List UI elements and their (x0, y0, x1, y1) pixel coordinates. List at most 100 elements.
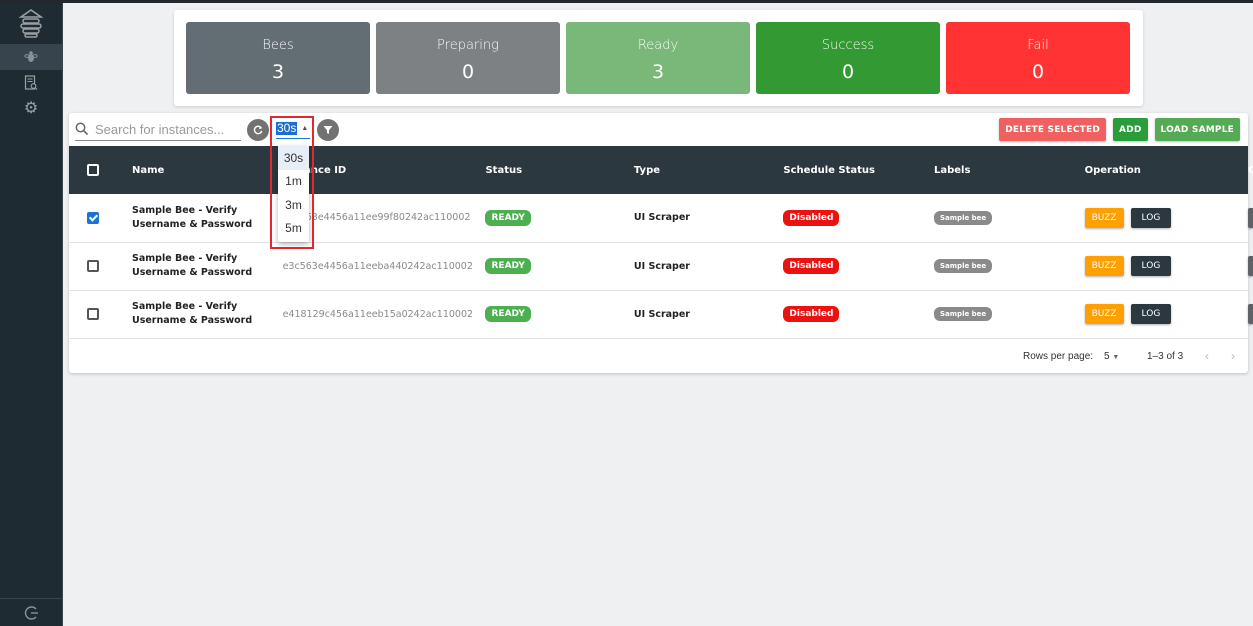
bee-name-line1: Sample Bee - Verify (132, 253, 238, 264)
log-button[interactable]: LOG (1130, 304, 1172, 324)
logout-button[interactable] (0, 598, 63, 626)
filter-icon (323, 126, 333, 134)
status-badge: READY (485, 209, 531, 226)
label-chip[interactable]: Sample bee (934, 307, 993, 321)
interval-dropdown-menu: 30s 1m 3m 5m (278, 146, 309, 242)
interval-option[interactable]: 3m (278, 193, 309, 217)
table-row: Sample Bee - Verify Username & Password e… (69, 242, 1253, 290)
top-bar (0, 0, 1253, 3)
refresh-icon (253, 125, 263, 135)
bee-name-line2: Username & Password (132, 218, 253, 230)
instance-id: e3c563e4456a11eeba440242ac110002 (282, 260, 473, 272)
delete-selected-button[interactable]: DELETE SELECTED (999, 118, 1106, 141)
stat-label: Success (821, 38, 875, 53)
bee-name[interactable]: Sample Bee - Verify Username & Password (132, 300, 283, 328)
search-box (75, 118, 241, 141)
log-button[interactable]: LOG (1130, 207, 1172, 228)
row-checkbox[interactable] (87, 211, 99, 224)
row-checkbox[interactable] (87, 308, 99, 320)
configure-button[interactable]: CONFIGURE (1248, 256, 1253, 276)
stat-ready: Ready 3 (566, 22, 750, 94)
add-button[interactable]: ADD (1113, 118, 1148, 141)
buzz-button[interactable]: BUZZ (1084, 207, 1124, 228)
beehive-icon[interactable] (0, 3, 62, 44)
filter-button[interactable] (317, 119, 339, 141)
interval-option[interactable]: 5m (278, 217, 309, 241)
column-header-operation[interactable]: Operation (1085, 146, 1248, 194)
instance-id: e418129c456a11eeb15a0242ac110002 (282, 308, 474, 320)
stat-success: Success 0 (756, 22, 940, 94)
configure-button[interactable]: CONFIGURE (1248, 304, 1253, 324)
log-button[interactable]: LOG (1130, 256, 1172, 276)
buzz-button[interactable]: BUZZ (1084, 256, 1124, 276)
column-header-status[interactable]: Status (485, 146, 633, 194)
column-header-type[interactable]: Type (634, 146, 784, 194)
next-page-button[interactable]: › (1231, 349, 1235, 363)
gear-icon: ⚙ (23, 100, 39, 117)
table-toolbar: 30s ▲ DELETE SELECTED ADD LOAD SAMPLE (69, 113, 1248, 146)
row-checkbox[interactable] (87, 260, 99, 272)
search-input[interactable] (95, 121, 235, 137)
report-search-icon (24, 75, 38, 90)
bee-name-line1: Sample Bee - Verify (132, 301, 238, 312)
rows-per-page-select[interactable]: 5 ▼ (1104, 351, 1119, 362)
buzz-button[interactable]: BUZZ (1084, 304, 1124, 324)
logout-icon (24, 605, 38, 620)
refresh-interval-select[interactable]: 30s ▲ (276, 119, 310, 139)
stat-value: 0 (461, 61, 475, 83)
bee-name[interactable]: Sample Bee - Verify Username & Password (132, 204, 283, 232)
stat-value: 3 (651, 61, 665, 83)
select-all-checkbox[interactable] (87, 164, 99, 176)
column-header-name[interactable]: Name (132, 146, 283, 194)
interval-value: 30s (276, 121, 298, 135)
column-header-labels[interactable]: Labels (934, 146, 1085, 194)
stat-label: Fail (1027, 38, 1049, 53)
stat-value: 0 (841, 61, 855, 83)
toolbar-actions: DELETE SELECTED ADD LOAD SAMPLE (999, 118, 1240, 141)
status-badge: READY (485, 258, 531, 274)
bee-icon (24, 51, 38, 62)
bee-name-line2: Username & Password (132, 315, 253, 326)
caret-down-icon: ▼ (1112, 353, 1120, 361)
stats-summary: Bees 3 Preparing 0 Ready 3 Success 0 Fai… (174, 10, 1143, 106)
rows-per-page-label: Rows per page: (1023, 350, 1094, 362)
label-chip[interactable]: Sample bee (934, 210, 993, 225)
stat-label: Preparing (437, 38, 499, 53)
table-row: Sample Bee - Verify Username & Password e… (69, 194, 1253, 242)
sidebar-item-reports[interactable] (0, 70, 62, 96)
bee-type: UI Scraper (633, 260, 690, 272)
label-chip[interactable]: Sample bee (934, 259, 993, 273)
instances-table-card: 30s ▲ DELETE SELECTED ADD LOAD SAMPLE Na… (69, 113, 1253, 373)
interval-option[interactable]: 30s (278, 146, 309, 170)
table-header-row: Name Instance ID Status Type Schedule St… (69, 146, 1253, 194)
caret-up-icon: ▲ (301, 125, 309, 132)
prev-page-button[interactable]: ‹ (1205, 349, 1209, 363)
sidebar-item-settings[interactable]: ⚙ (0, 96, 62, 122)
bee-name-line1: Sample Bee - Verify (132, 204, 238, 216)
load-sample-button[interactable]: LOAD SAMPLE (1154, 118, 1240, 141)
configure-button[interactable]: CONFIGURE (1248, 207, 1253, 228)
stat-label: Ready (637, 38, 679, 53)
sidebar-item-bees[interactable] (0, 44, 62, 70)
schedule-status-badge: Disabled (783, 209, 840, 226)
stat-bees: Bees 3 (186, 22, 370, 94)
bee-name[interactable]: Sample Bee - Verify Username & Password (132, 252, 283, 280)
instance-id: e3c563e4456a11ee99f80242ac110002 (282, 212, 471, 224)
stat-fail: Fail 0 (946, 22, 1130, 94)
status-badge: READY (485, 306, 531, 322)
search-icon (75, 122, 89, 136)
bee-name-line2: Username & Password (132, 267, 253, 278)
sidebar: ⚙ (0, 3, 63, 626)
bee-type: UI Scraper (633, 308, 690, 320)
instances-table: Name Instance ID Status Type Schedule St… (69, 146, 1253, 339)
refresh-button[interactable] (247, 119, 269, 141)
stat-label: Bees (262, 38, 294, 53)
stat-value: 0 (1031, 61, 1045, 83)
column-header-instance-id[interactable]: Instance ID (283, 146, 486, 194)
stat-value: 3 (271, 61, 285, 83)
interval-option[interactable]: 1m (278, 170, 309, 194)
page-range: 1–3 of 3 (1147, 350, 1184, 362)
bee-type: UI Scraper (633, 212, 690, 224)
column-header-schedule-status[interactable]: Schedule Status (783, 146, 934, 194)
schedule-status-badge: Disabled (783, 258, 840, 274)
